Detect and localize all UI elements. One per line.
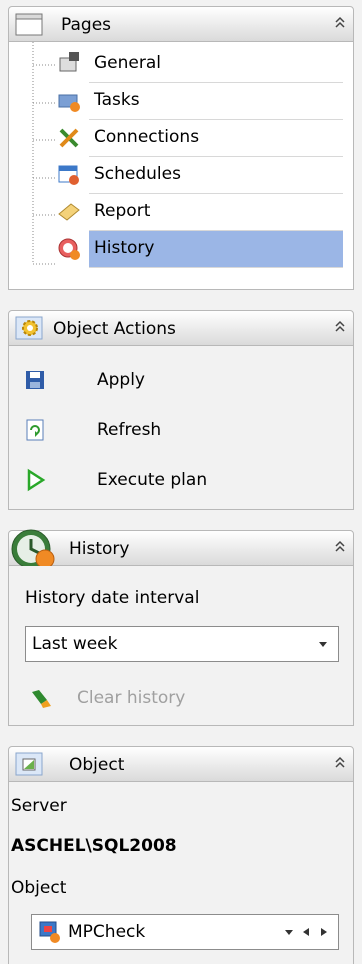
server-label: Server [11,796,67,816]
tree-item-label: Tasks [94,90,140,110]
object-actions-panel: Object Actions Apply Refresh Execute pla… [8,310,362,510]
tree-lines [32,42,55,265]
general-page-icon [59,52,79,72]
pages-icon [15,13,43,36]
collapse-chevron-icon[interactable] [333,755,347,771]
broom-icon [32,690,51,708]
refresh-button[interactable]: Refresh [9,408,349,456]
tasks-page-icon [58,94,80,112]
refresh-label: Refresh [97,420,162,440]
tree-item-connections[interactable]: Connections [89,120,343,157]
tree-item-label: History [94,238,155,258]
save-icon [26,371,44,389]
object-value: MPCheck [68,922,146,942]
object-select[interactable]: MPCheck [31,914,339,950]
dropdown-arrow-icon[interactable] [284,929,294,937]
connections-page-icon [59,128,79,148]
pages-panel: Pages General Tasks Connections Schedule… [8,6,362,290]
history-page-icon [58,238,80,260]
apply-label: Apply [97,370,145,390]
object-header[interactable]: Object [8,746,354,782]
tree-item-history[interactable]: History [89,231,343,268]
history-header[interactable]: History [8,529,354,569]
report-page-icon [58,203,80,221]
pages-panel-title: Pages [61,15,112,35]
play-icon [27,468,46,492]
collapse-chevron-icon[interactable] [333,15,347,31]
previous-arrow-icon[interactable] [302,927,310,937]
schedules-page-icon [58,165,79,185]
collapse-chevron-icon[interactable] [333,319,347,335]
tree-item-label: Connections [94,127,200,147]
object-panel: Object Server ASCHEL\SQL2008 Object MPCh… [8,746,362,964]
next-arrow-icon[interactable] [320,927,328,937]
object-actions-body: Apply Refresh Execute plan [8,346,354,510]
pages-tree: General Tasks Connections Schedules Repo… [8,42,354,290]
object-label: Object [11,878,67,898]
history-panel: History History date interval Last week … [8,529,362,726]
clear-history-button[interactable]: Clear history [9,674,349,722]
gear-icon [15,316,43,340]
tree-item-tasks[interactable]: Tasks [89,83,343,120]
apply-button[interactable]: Apply [9,358,349,406]
server-value: ASCHEL\SQL2008 [11,836,177,856]
object-title: Object [69,755,125,775]
pages-panel-header[interactable]: Pages [8,6,354,42]
history-body: History date interval Last week Clear hi… [8,566,354,726]
object-icon [15,752,43,776]
collapse-chevron-icon[interactable] [333,539,347,555]
execute-plan-label: Execute plan [97,470,208,490]
history-interval-select[interactable]: Last week [25,626,339,662]
tree-item-label: Schedules [94,164,181,184]
tree-item-report[interactable]: Report [89,194,343,231]
history-interval-value: Last week [32,634,118,654]
tree-item-general[interactable]: General [89,46,343,83]
history-header-icon [11,529,55,569]
object-body: Server ASCHEL\SQL2008 Object MPCheck [8,782,354,964]
tree-item-label: Report [94,201,151,221]
object-actions-header[interactable]: Object Actions [8,310,354,346]
history-title: History [69,539,130,559]
dropdown-arrow-icon [319,642,327,647]
clear-history-label: Clear history [77,688,186,708]
maintenance-plan-icon [39,921,60,943]
tree-item-label: General [94,53,161,73]
tree-item-schedules[interactable]: Schedules [89,157,343,194]
history-interval-label: History date interval [25,588,200,608]
object-actions-title: Object Actions [53,319,176,339]
execute-plan-button[interactable]: Execute plan [9,458,349,506]
refresh-icon [26,419,44,441]
